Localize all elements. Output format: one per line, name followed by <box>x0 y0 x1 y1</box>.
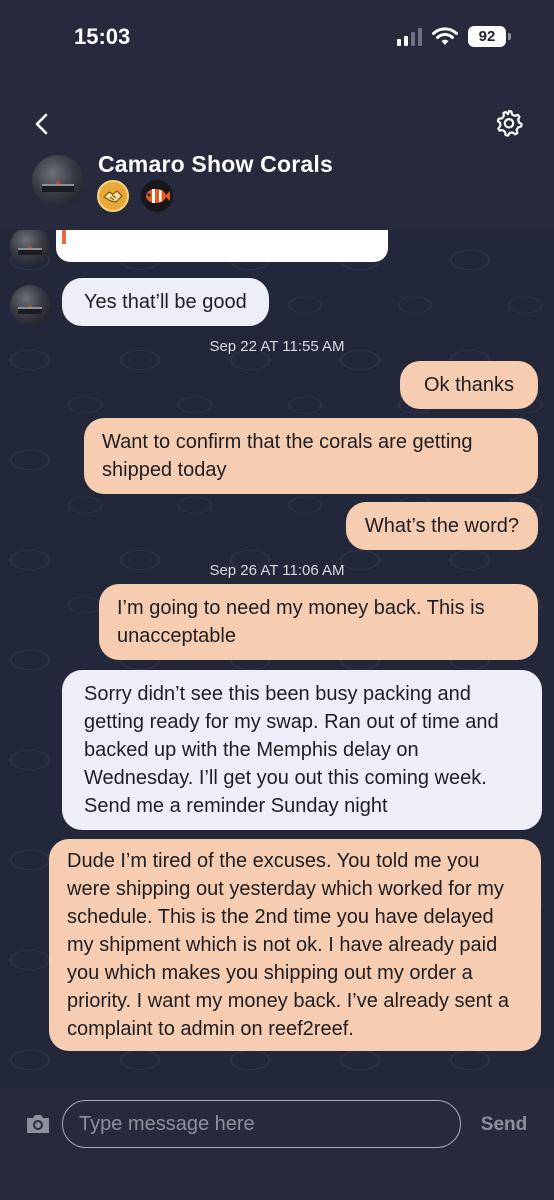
message-bubble-incoming[interactable]: Yes that’ll be good <box>62 278 269 326</box>
message-bubble-outgoing[interactable]: Dude I’m tired of the excuses. You told … <box>49 839 541 1051</box>
camera-icon[interactable] <box>24 1111 52 1137</box>
message-timestamp: Sep 26 AT 11:06 AM <box>209 562 345 579</box>
contact-avatar[interactable] <box>32 155 84 207</box>
wifi-icon <box>432 26 458 45</box>
sender-avatar <box>10 285 50 325</box>
message-bubble-outgoing[interactable]: Ok thanks <box>399 361 538 409</box>
cellular-signal-icon <box>397 27 422 46</box>
message-bubble-outgoing[interactable]: Want to confirm that the corals are gett… <box>84 418 538 494</box>
settings-gear-icon[interactable] <box>494 108 524 138</box>
message-input[interactable] <box>62 1100 461 1148</box>
sender-avatar <box>10 230 50 266</box>
clownfish-badge-icon <box>141 180 173 212</box>
send-button[interactable]: Send <box>474 1112 534 1138</box>
chat-header: 15:03 92 Camaro Show Corals <box>0 0 554 230</box>
message-bubble-outgoing[interactable]: What’s the word? <box>345 502 538 550</box>
message-timestamp: Sep 22 AT 11:55 AM <box>209 338 345 355</box>
status-icons: 92 <box>397 26 511 47</box>
status-time: 15:03 <box>74 24 131 49</box>
handshake-badge-icon <box>97 180 129 212</box>
message-bubble-incoming[interactable]: Sorry didn’t see this been busy packing … <box>62 670 542 830</box>
message-bubble-outgoing[interactable]: I’m going to need my money back. This is… <box>99 584 538 660</box>
back-chevron-icon[interactable] <box>28 110 56 138</box>
message-list[interactable]: Yes that’ll be good Sep 22 AT 11:55 AM O… <box>0 230 554 1088</box>
battery-indicator: 92 <box>468 26 511 47</box>
contact-name[interactable]: Camaro Show Corals <box>98 151 333 178</box>
previous-message-card[interactable] <box>56 230 388 262</box>
